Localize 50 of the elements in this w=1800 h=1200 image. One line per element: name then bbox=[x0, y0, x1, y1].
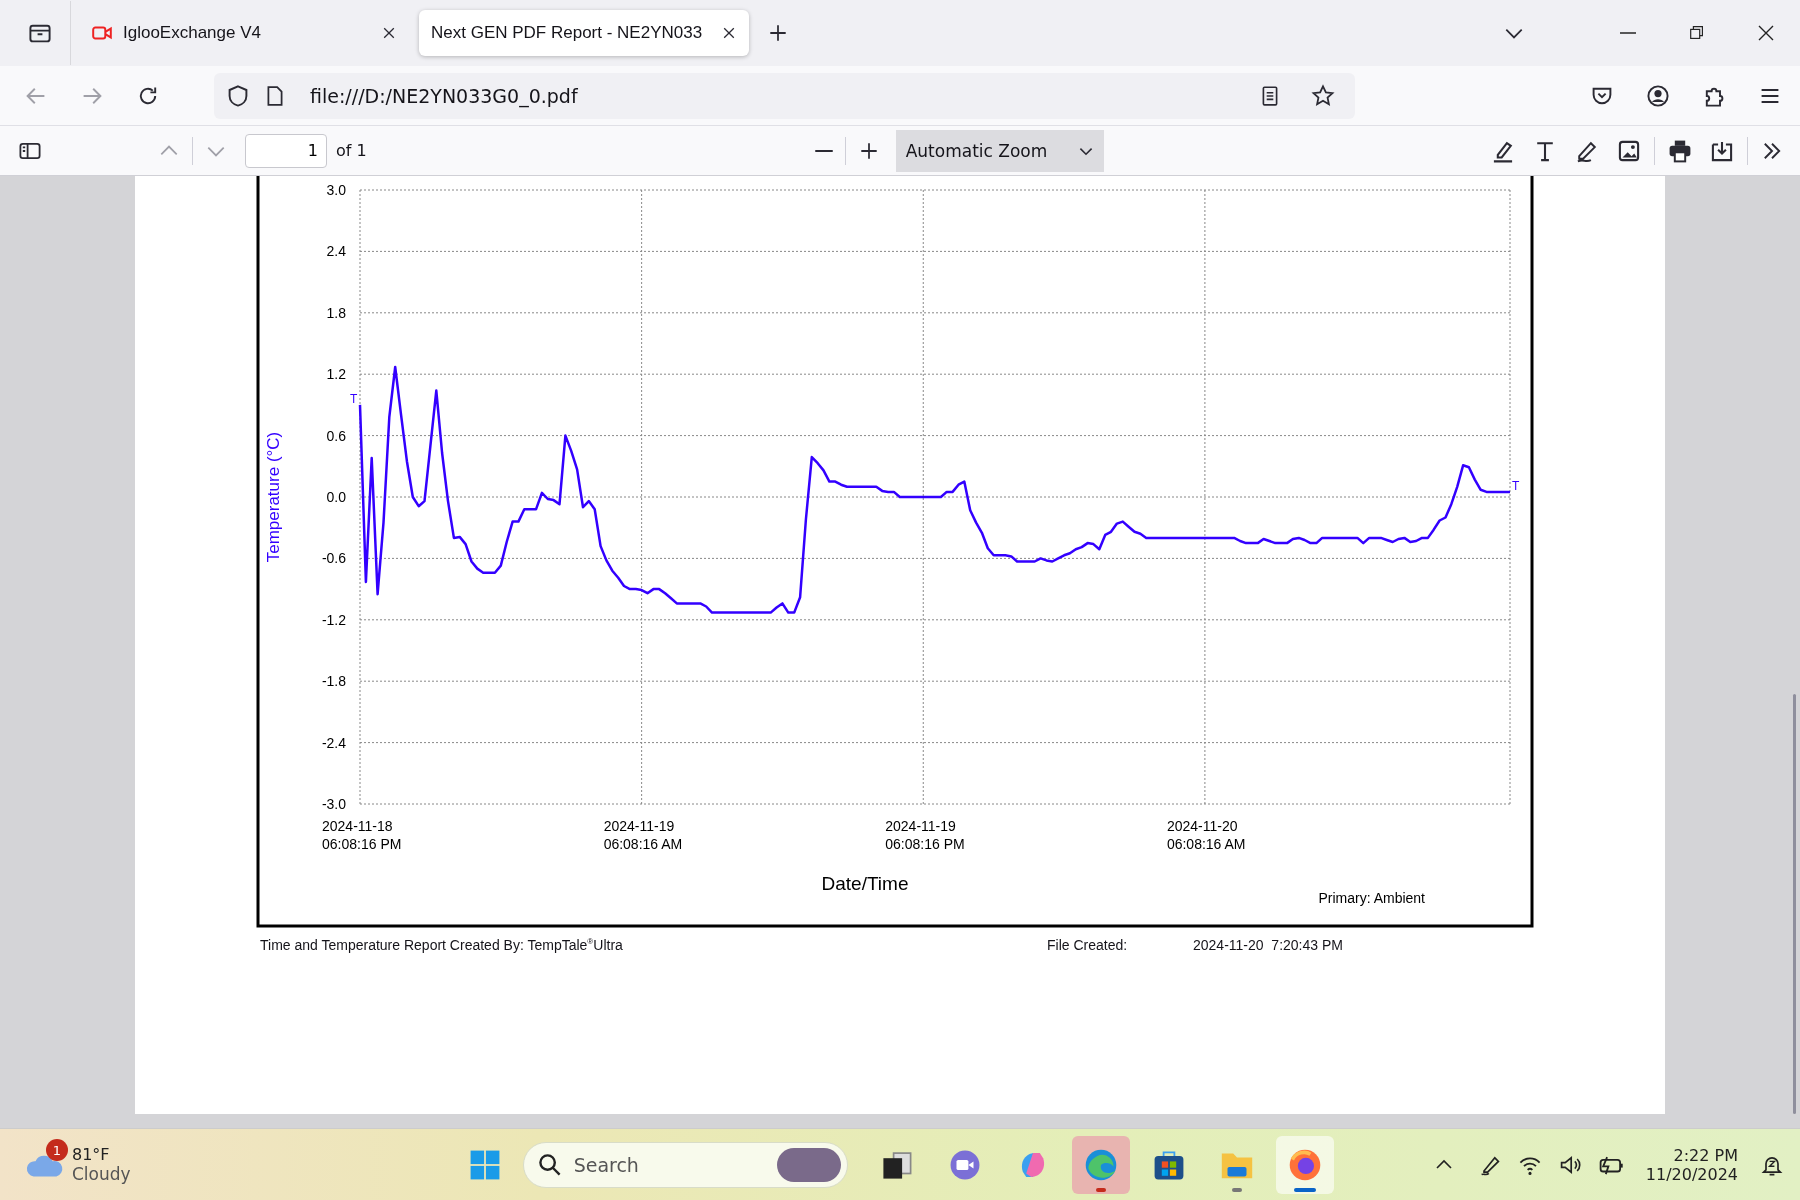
axis-tick-label: 3.0 bbox=[326, 182, 346, 198]
weather-temperature: 81°F bbox=[72, 1145, 111, 1164]
browser-tab[interactable]: Next GEN PDF Report - NE2YN033 bbox=[419, 10, 749, 56]
zoom-dropdown[interactable]: Automatic Zoom bbox=[895, 129, 1104, 172]
axis-tick-label: 2.4 bbox=[326, 243, 346, 260]
axis-tick-label: 1.8 bbox=[326, 304, 346, 321]
scrollbar[interactable] bbox=[1793, 694, 1796, 1114]
axis-tick-label: -1.2 bbox=[321, 611, 346, 628]
axis-tick-label: 0.0 bbox=[326, 489, 346, 505]
axis-tick-label: 2024-11-18 06:08:16 PM bbox=[322, 818, 402, 852]
legend-label: Primary: Ambient bbox=[1318, 890, 1425, 906]
x-axis-title: Date/Time bbox=[821, 873, 909, 894]
address-bar[interactable]: file:///D:/NE2YN033G0_0.pdf bbox=[214, 72, 1355, 119]
minus-icon bbox=[814, 149, 833, 152]
search-field[interactable]: Search bbox=[571, 1152, 756, 1177]
marker-label: T bbox=[350, 391, 358, 406]
close-icon bbox=[721, 25, 737, 41]
search-icon bbox=[537, 1152, 562, 1177]
axis-tick-label: 2024-11-19 06:08:16 AM bbox=[603, 818, 683, 852]
axis-tick-label: 1.2 bbox=[326, 366, 346, 383]
page-count-label: of 1 bbox=[336, 141, 367, 160]
clock[interactable]: 2:22 PM 11/20/2024 bbox=[1639, 1144, 1744, 1185]
notification-badge: 1 bbox=[46, 1139, 68, 1161]
y-axis-title: Temperature (°C) bbox=[264, 431, 283, 563]
star-icon bbox=[1311, 83, 1335, 108]
page-number-field[interactable]: 1 bbox=[245, 133, 327, 168]
close-icon bbox=[381, 25, 397, 41]
file-created-label: File Created: bbox=[1047, 937, 1129, 953]
clock-time: 2:22 PM bbox=[1673, 1145, 1738, 1165]
axis-tick-label: -3.0 bbox=[321, 796, 346, 812]
axis-tick-label: -0.6 bbox=[321, 550, 346, 567]
axis-tick-label: 2024-11-19 06:08:16 PM bbox=[885, 818, 965, 852]
file-created-value: 2024-11-20 7:20:43 PM bbox=[1193, 937, 1343, 953]
account-icon bbox=[1646, 83, 1670, 108]
axis-tick-label: 2024-11-20 06:08:16 AM bbox=[1166, 818, 1246, 852]
minimize-icon bbox=[1619, 32, 1636, 34]
weather-condition: Cloudy bbox=[72, 1164, 131, 1184]
axis-tick-label: -1.8 bbox=[321, 673, 346, 690]
restore-icon bbox=[1687, 24, 1706, 42]
url-text: file:///D:/NE2YN033G0_0.pdf bbox=[310, 84, 579, 107]
plus-icon bbox=[767, 22, 789, 44]
shield-icon bbox=[226, 83, 250, 108]
photo-placeholder bbox=[776, 1147, 841, 1182]
report-credit: Time and Temperature Report Created By: TempTale$^{®}$Ultra bbox=[260, 937, 624, 953]
axis-tick-label: -2.4 bbox=[321, 734, 346, 751]
clock-date: 11/20/2024 bbox=[1645, 1164, 1738, 1184]
browser-tab[interactable]: IglooExchange V4 bbox=[79, 10, 409, 56]
marker-label: T bbox=[1512, 478, 1520, 493]
axis-tick-label: 0.6 bbox=[326, 427, 346, 444]
search-bar[interactable]: Search bbox=[522, 1141, 848, 1188]
